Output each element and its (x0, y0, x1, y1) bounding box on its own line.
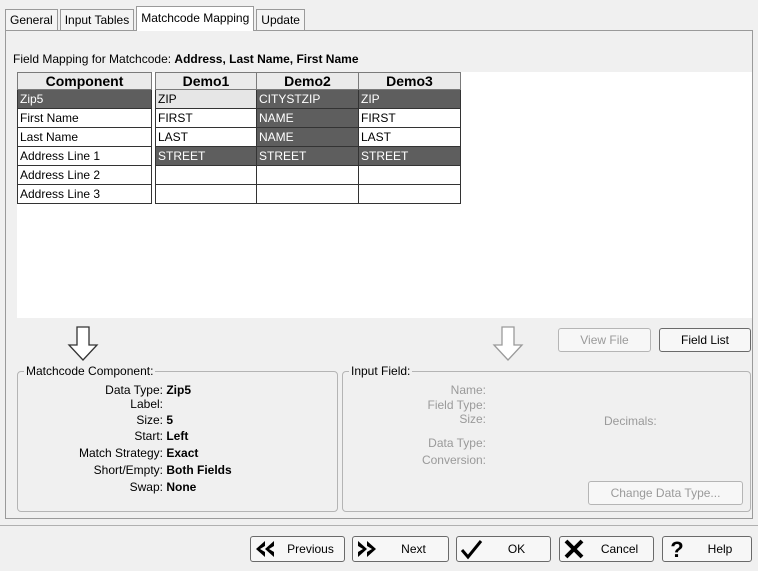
grid-cell[interactable]: FIRST (155, 109, 257, 128)
mc-short-empty: Short/Empty: Both Fields (93, 463, 232, 477)
table-row (155, 166, 461, 185)
if-size-label: Size: (459, 412, 486, 426)
previous-icon (256, 541, 274, 557)
ok-button[interactable]: OK (456, 536, 551, 562)
component-header[interactable]: Component (17, 72, 152, 90)
grid-header-demo2[interactable]: Demo2 (257, 72, 359, 90)
if-field-type-label: Field Type: (427, 398, 486, 412)
tab-update[interactable]: Update (256, 9, 305, 31)
grid-cell[interactable] (257, 185, 359, 204)
matchcode-component-legend: Matchcode Component: (24, 364, 156, 378)
help-label: Help (707, 542, 733, 556)
if-name-label: Name: (450, 383, 486, 397)
arrow-down-disabled-icon (492, 326, 524, 361)
tab-general[interactable]: General (5, 9, 58, 31)
if-decimals-label: Decimals: (604, 414, 657, 428)
input-field-legend: Input Field: (349, 364, 413, 378)
field-list-button[interactable]: Field List (659, 328, 751, 352)
mc-start: Start: Left (134, 429, 189, 443)
grid-cell[interactable]: FIRST (359, 109, 461, 128)
table-row: LAST NAME LAST (155, 128, 461, 147)
grid-cell[interactable] (257, 166, 359, 185)
table-row: STREET STREET STREET (155, 147, 461, 166)
grid-cell[interactable]: STREET (155, 147, 257, 166)
x-icon (564, 539, 584, 559)
grid-cell[interactable]: LAST (359, 128, 461, 147)
grid-cell[interactable]: NAME (257, 109, 359, 128)
component-item[interactable]: First Name (17, 109, 152, 128)
component-item[interactable]: Address Line 3 (17, 185, 152, 204)
component-item[interactable]: Address Line 2 (17, 166, 152, 185)
if-data-type-label: Data Type: (428, 436, 486, 450)
mc-swap: Swap: None (129, 480, 197, 494)
view-file-button[interactable]: View File (558, 328, 651, 352)
component-item[interactable]: Address Line 1 (17, 147, 152, 166)
mc-label: Label: (130, 397, 163, 411)
cancel-label: Cancel (600, 542, 639, 556)
question-icon: ? (670, 537, 683, 561)
grid-cell[interactable]: STREET (257, 147, 359, 166)
table-row: ZIP CITYSTZIP ZIP (155, 90, 461, 109)
previous-button[interactable]: Previous (250, 536, 345, 562)
svg-text:?: ? (670, 537, 683, 561)
grid-cell[interactable] (359, 185, 461, 204)
grid-header-row: Demo1 Demo2 Demo3 (155, 72, 461, 90)
previous-label: Previous (287, 542, 334, 556)
tab-matchcode-mapping[interactable]: Matchcode Mapping (136, 6, 255, 31)
help-button[interactable]: ? Help (662, 536, 752, 562)
tab-bar: General Input Tables Matchcode Mapping U… (5, 6, 307, 31)
grid-header-demo3[interactable]: Demo3 (359, 72, 461, 90)
grid-cell[interactable] (155, 185, 257, 204)
divider (0, 525, 758, 526)
mc-match-strategy: Match Strategy: Exact (78, 446, 199, 460)
mc-size: Size: 5 (136, 413, 174, 427)
table-row: FIRST NAME FIRST (155, 109, 461, 128)
grid-header-demo1[interactable]: Demo1 (155, 72, 257, 90)
mc-data-type: Data Type: Zip5 (105, 383, 192, 397)
ok-label: OK (507, 542, 526, 556)
next-icon (358, 541, 376, 557)
if-conversion-label: Conversion: (421, 453, 486, 467)
mapping-matchcode-name: Address, Last Name, First Name (174, 52, 359, 66)
mapping-title-prefix: Field Mapping for Matchcode: (13, 52, 175, 66)
grid-cell[interactable]: STREET (359, 147, 461, 166)
component-list[interactable]: Component Zip5 First Name Last Name Addr… (17, 72, 152, 204)
change-data-type-button[interactable]: Change Data Type... (588, 481, 743, 505)
mapping-title: Field Mapping for Matchcode: Address, La… (13, 52, 359, 66)
component-item[interactable]: Last Name (17, 128, 152, 147)
cancel-button[interactable]: Cancel (559, 536, 654, 562)
component-item[interactable]: Zip5 (17, 90, 152, 109)
grid-cell[interactable] (155, 166, 257, 185)
grid-cell[interactable]: ZIP (359, 90, 461, 109)
next-button[interactable]: Next (352, 536, 449, 562)
next-label: Next (401, 542, 426, 556)
grid-cell[interactable]: ZIP (155, 90, 257, 109)
grid-cell[interactable]: CITYSTZIP (257, 90, 359, 109)
check-icon (460, 540, 483, 560)
grid-cell[interactable]: LAST (155, 128, 257, 147)
mapping-grid[interactable]: Demo1 Demo2 Demo3 ZIP CITYSTZIP ZIP FIRS… (155, 72, 461, 204)
tab-input-tables[interactable]: Input Tables (59, 9, 135, 31)
grid-cell[interactable]: NAME (257, 128, 359, 147)
grid-cell[interactable] (359, 166, 461, 185)
arrow-down-icon (67, 326, 99, 361)
table-row (155, 185, 461, 204)
